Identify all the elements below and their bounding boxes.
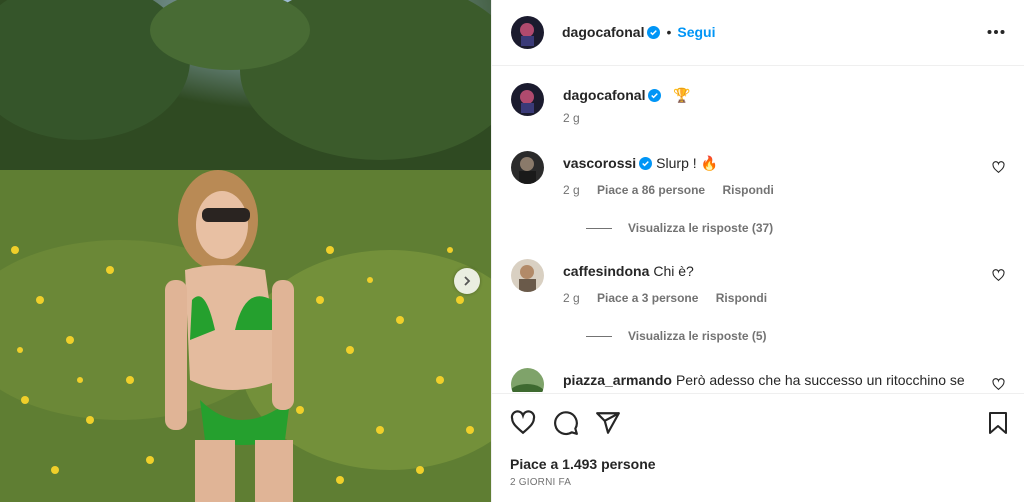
more-horizontal-icon [987,30,1005,34]
comment-avatar[interactable] [511,259,544,292]
caption-text: dagocafonal 🏆 [563,87,691,104]
post-timestamp[interactable]: 2 GIORNI FA [510,477,571,488]
caption: dagocafonal 🏆 2 g [511,83,1011,143]
comment-likes[interactable]: Piace a 86 persone [597,183,705,197]
avatar-image [511,83,544,116]
comment-meta: 2 g Piace a 86 persone Rispondi [563,183,788,197]
post-image[interactable] [0,0,491,502]
share-paper-plane-icon[interactable] [595,410,621,436]
comment-body: Slurp ! 🔥 [656,155,718,171]
comment-age[interactable]: 2 g [563,183,580,197]
author-avatar[interactable] [511,16,544,49]
like-heart-icon[interactable] [510,410,536,436]
comment-text: caffesindona Chi è? [563,263,694,279]
author-username[interactable]: dagocafonal [562,24,644,40]
caption-avatar[interactable] [511,83,544,116]
post-actions: Piace a 1.493 persone 2 GIORNI FA [492,393,1024,503]
chevron-right-icon [464,276,471,286]
reply-button[interactable]: Rispondi [716,291,767,305]
comment-username[interactable]: piazza_armando [563,372,672,388]
reply-button[interactable]: Rispondi [722,183,773,197]
avatar-image [511,259,544,292]
like-comment-heart-icon[interactable] [992,161,1005,174]
verified-badge-icon [639,157,653,170]
post-detail-panel: dagocafonal • Segui dagocafonal 🏆 2 g va… [491,0,1024,502]
comment-likes[interactable]: Piace a 3 persone [597,291,698,305]
comment-avatar[interactable] [511,368,544,392]
header-separator: • [666,24,672,40]
comment-username[interactable]: caffesindona [563,263,649,279]
caption-username[interactable]: dagocafonal [563,87,645,103]
comment-avatar[interactable] [511,151,544,184]
more-options-button[interactable] [987,22,1005,47]
avatar-image [511,151,544,184]
comment-meta: 2 g Piace a 3 persone Rispondi [563,291,781,305]
comment-item: piazza_armando Però adesso che ha success… [511,368,1011,392]
like-comment-heart-icon[interactable] [992,269,1005,282]
comment-item: caffesindona Chi è? 2 g Piace a 3 persone… [511,259,1011,349]
comment-username[interactable]: vascorossi [563,155,636,171]
comment-bubble-icon[interactable] [553,410,579,436]
caption-age[interactable]: 2 g [563,111,580,125]
comment-body: Chi è? [653,263,694,279]
save-bookmark-icon[interactable] [986,410,1010,436]
post-header: dagocafonal • Segui [492,0,1024,66]
carousel-next-button[interactable] [454,268,480,294]
likes-count[interactable]: Piace a 1.493 persone [510,456,656,472]
header-user-row: dagocafonal • Segui [562,24,716,42]
view-replies-button[interactable]: Visualizza le risposte (5) [586,329,767,343]
verified-badge-icon [647,26,661,39]
comment-text: piazza_armando Però adesso che ha success… [563,372,965,388]
avatar-image [511,368,544,392]
caption-meta: 2 g [563,111,594,125]
like-comment-heart-icon[interactable] [992,378,1005,391]
comment-body: Però adesso che ha successo un ritocchin… [675,372,965,388]
view-replies-button[interactable]: Visualizza le risposte (37) [586,221,773,235]
verified-badge-icon [648,89,662,102]
comment-text: vascorossi Slurp ! 🔥 [563,155,718,172]
post-photo-illustration [0,0,491,502]
caption-emoji: 🏆 [673,87,691,103]
comment-item: vascorossi Slurp ! 🔥 2 g Piace a 86 perso… [511,151,1011,241]
avatar-image [511,16,544,49]
comment-age[interactable]: 2 g [563,291,580,305]
comments-list: dagocafonal 🏆 2 g vascorossi Slurp ! 🔥 2… [492,66,1024,392]
follow-button[interactable]: Segui [677,24,715,40]
